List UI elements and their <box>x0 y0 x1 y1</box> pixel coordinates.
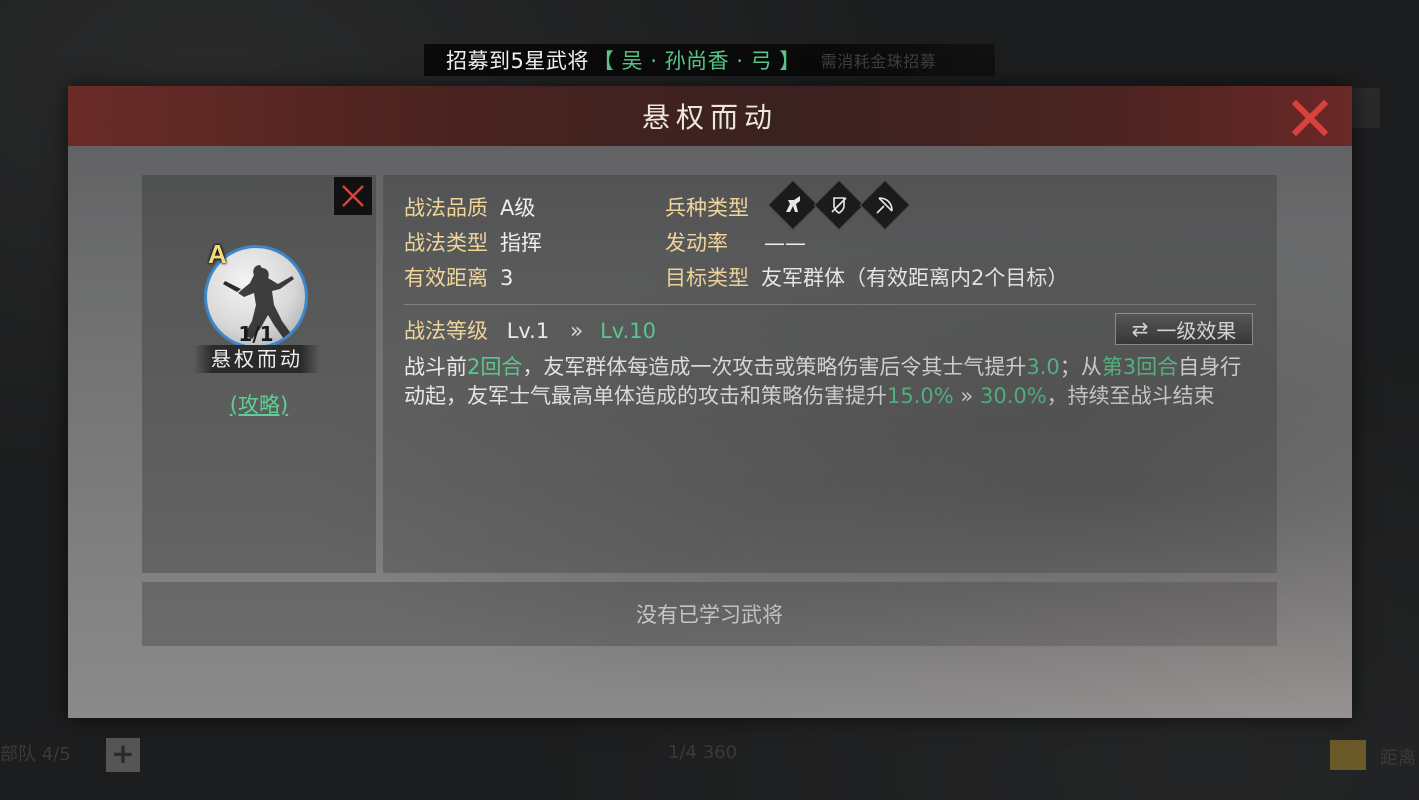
level-row: 战法等级 Lv.1 » Lv.10 <box>404 315 656 345</box>
stats-divider <box>404 304 1256 305</box>
skill-card-panel: 1/1 A 悬权而动 (攻略) <box>142 175 376 573</box>
target-row: 目标类型 友军群体（有效距离内2个目标） <box>665 261 1068 296</box>
target-label: 目标类型 <box>665 266 749 290</box>
bow-icon <box>859 179 911 231</box>
type-value: 指挥 <box>500 231 542 255</box>
footer-mid-text: 1/4 360 <box>668 742 738 763</box>
rate-label: 发动率 <box>665 231 728 255</box>
recruit-banner: 招募到5星武将 【 吴 · 孙尚香 · 弓 】 需消耗金珠招募 <box>424 44 995 76</box>
desc-text: ；从 <box>1059 355 1102 379</box>
troop-row: 兵种类型 <box>665 191 749 226</box>
dialog-header: 悬权而动 <box>68 86 1352 146</box>
range-row: 有效距离 3 <box>404 261 513 296</box>
dialog-title: 悬权而动 <box>641 101 778 134</box>
desc-text: 战斗前 <box>404 355 467 379</box>
no-generals-text: 没有已学习武将 <box>636 603 783 627</box>
level-to: Lv.10 <box>600 319 656 343</box>
footer-right-text: 距离 <box>1380 748 1416 769</box>
effect-button-label: 一级效果 <box>1156 318 1237 343</box>
remove-skill-button[interactable] <box>332 175 374 217</box>
range-value: 3 <box>500 266 514 290</box>
desc-highlight: 30.0% <box>979 384 1047 408</box>
close-icon <box>342 185 364 207</box>
rate-row: 发动率 —— <box>665 226 806 261</box>
level-effect-button[interactable]: ⇄ 一级效果 <box>1115 313 1253 345</box>
desc-arrow: » <box>960 384 974 408</box>
banner-hero: 【 吴 · 孙尚香 · 弓 】 <box>592 49 801 73</box>
skill-count: 1/1 <box>238 322 274 346</box>
type-row: 战法类型 指挥 <box>404 226 542 261</box>
target-value: 友军群体（有效距离内2个目标） <box>761 266 1069 290</box>
banner-prefix: 招募到5星武将 <box>446 49 589 73</box>
desc-highlight: 15.0% <box>887 384 954 408</box>
footer-resource-icon <box>1330 740 1366 770</box>
rate-value: —— <box>764 231 806 255</box>
swap-icon: ⇄ <box>1131 317 1149 341</box>
troop-label: 兵种类型 <box>665 196 749 220</box>
grade-badge: A <box>208 239 227 269</box>
quality-row: 战法品质 A级 <box>404 191 535 226</box>
troop-icons <box>767 179 911 231</box>
skill-detail-panel: 战法品质 A级 战法类型 指挥 有效距离 3 兵种类型 发动率 —— 目标类型 友军群体（… <box>383 175 1277 573</box>
desc-highlight: 3.0 <box>1026 355 1060 379</box>
footer-army-text: 部队 4/5 <box>0 744 71 765</box>
range-label: 有效距离 <box>404 266 488 290</box>
level-from: Lv.1 <box>506 319 550 343</box>
desc-text: ，持续至战斗结束 <box>1046 384 1215 408</box>
desc-highlight: 2回合 <box>467 355 523 379</box>
skill-dialog: 悬权而动 1/1 A 悬权而动 (攻略) 战法品质 A级 战法类型 指挥 有效距… <box>68 86 1352 718</box>
quality-value: A级 <box>500 196 536 220</box>
close-dialog-button[interactable] <box>1290 98 1330 138</box>
add-button[interactable]: + <box>106 738 140 772</box>
quality-label: 战法品质 <box>404 196 488 220</box>
skill-description: 战斗前2回合，友军群体每造成一次攻击或策略伤害后令其士气提升3.0；从第3回合自… <box>404 353 1254 411</box>
skill-avatar[interactable]: 1/1 A <box>204 239 314 355</box>
side-panel-edge <box>1352 88 1380 128</box>
guide-link[interactable]: (攻略) <box>142 389 376 419</box>
desc-highlight: 第3回合 <box>1101 355 1179 379</box>
type-label: 战法类型 <box>404 231 488 255</box>
banner-faded-text: 需消耗金珠招募 <box>820 52 937 71</box>
desc-text: ，友军群体每造成一次攻击或策略伤害后令其士气提升 <box>522 355 1027 379</box>
level-label: 战法等级 <box>404 319 488 343</box>
close-icon <box>1291 99 1329 137</box>
double-chevron-icon: » <box>569 319 584 344</box>
horse-icon <box>767 179 819 231</box>
learned-generals-bar: 没有已学习武将 <box>142 582 1277 646</box>
skill-name-plate: 悬权而动 <box>194 345 320 373</box>
shield-icon <box>813 179 865 231</box>
